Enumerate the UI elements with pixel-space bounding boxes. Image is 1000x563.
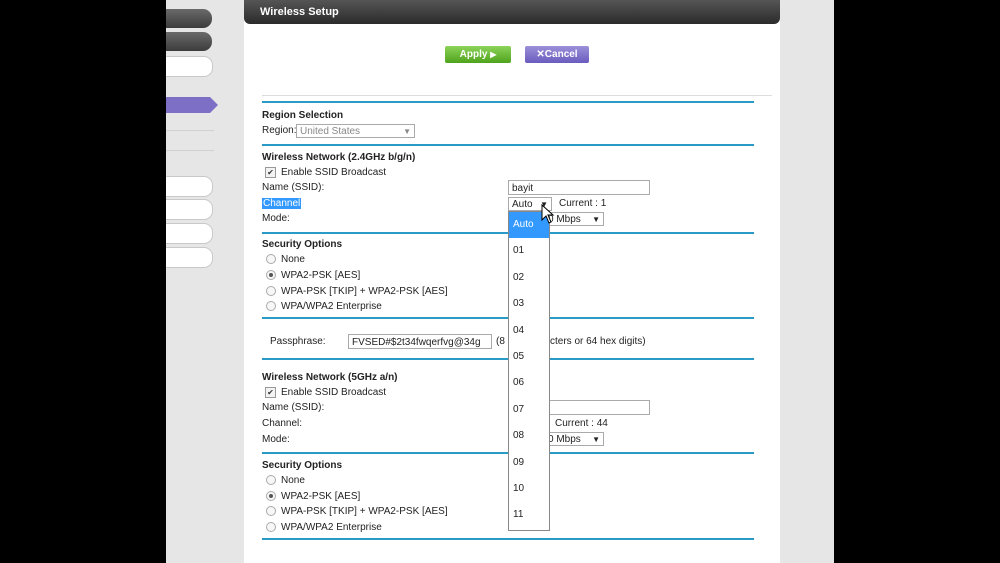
- region-select[interactable]: United States ▼: [296, 124, 415, 138]
- region-label: Region:: [262, 125, 297, 136]
- cancel-button[interactable]: ✕Cancel: [525, 46, 589, 63]
- sidebar-divider: [166, 130, 214, 131]
- chevron-down-icon: ▼: [592, 435, 600, 444]
- apply-label: Apply: [459, 49, 488, 60]
- channel-label-text: Channel: [262, 198, 302, 209]
- panel-title: Wireless Setup: [244, 0, 780, 24]
- wn24-heading: Wireless Network (2.4GHz b/g/n): [262, 152, 416, 163]
- security-heading-2: Security Options: [262, 460, 343, 471]
- security-radio-wpa2-2[interactable]: [266, 491, 276, 501]
- security-radio-enterprise-2[interactable]: [266, 522, 276, 532]
- channel-option[interactable]: 10: [509, 476, 549, 502]
- channel-option[interactable]: 08: [509, 423, 549, 449]
- security-option-label: WPA-PSK [TKIP] + WPA2-PSK [AES]: [281, 506, 448, 517]
- section-divider: [262, 538, 754, 540]
- channel-option[interactable]: 05: [509, 344, 549, 370]
- channel-option[interactable]: 11: [509, 502, 549, 528]
- security-radio-none-1[interactable]: [266, 254, 276, 264]
- apply-button[interactable]: Apply ▶: [445, 46, 511, 63]
- ssid-input-24[interactable]: bayit: [508, 180, 650, 195]
- mode-label-24: Mode:: [262, 213, 290, 224]
- channel-option[interactable]: 03: [509, 291, 549, 317]
- security-option-label: None: [281, 254, 305, 265]
- mode-value-5: 0 Mbps: [548, 434, 581, 445]
- sidebar-menu-button-6[interactable]: [166, 223, 213, 244]
- close-icon: ✕: [536, 49, 545, 60]
- sidebar-menu-button-5[interactable]: [166, 199, 213, 220]
- security-option-label: WPA2-PSK [AES]: [281, 270, 361, 281]
- channel-option[interactable]: 02: [509, 265, 549, 291]
- security-option-label: WPA-PSK [TKIP] + WPA2-PSK [AES]: [281, 286, 448, 297]
- security-radio-wpa2-1[interactable]: [266, 270, 276, 280]
- channel-option[interactable]: 07: [509, 397, 549, 423]
- cancel-label: Cancel: [544, 49, 578, 60]
- security-radio-none-2[interactable]: [266, 475, 276, 485]
- channel-option[interactable]: 04: [509, 318, 549, 344]
- passphrase-hint-end: cters or 64 hex digits): [550, 336, 646, 347]
- channel-label-5: Channel:: [262, 418, 303, 429]
- passphrase-hint-start: (8: [496, 336, 505, 347]
- channel-option[interactable]: 06: [509, 370, 549, 396]
- security-radio-enterprise-1[interactable]: [266, 301, 276, 311]
- mode-label-5: Mode:: [262, 434, 290, 445]
- security-radio-mixed-2[interactable]: [266, 506, 276, 516]
- security-option-label: WPA/WPA2 Enterprise: [281, 522, 382, 533]
- enable-ssid-label-24: Enable SSID Broadcast: [281, 167, 387, 178]
- security-option-label: WPA2-PSK [AES]: [281, 491, 361, 502]
- enable-ssid-label-5: Enable SSID Broadcast: [281, 387, 387, 398]
- current-channel-24: Current : 1: [559, 198, 606, 209]
- channel-option[interactable]: 09: [509, 450, 549, 476]
- chevron-down-icon: ▼: [403, 127, 411, 136]
- channel-dropdown-list[interactable]: Auto 01 02 03 04 05 06 07 08 09 10 11: [508, 211, 550, 531]
- enable-ssid-checkbox-5[interactable]: ✔: [265, 387, 276, 398]
- enable-ssid-checkbox-24[interactable]: ✔: [265, 167, 276, 178]
- security-option-label: None: [281, 475, 305, 486]
- sidebar-menu-button-2[interactable]: [166, 32, 212, 51]
- section-divider: [262, 101, 754, 103]
- current-channel-5: Current : 44: [555, 418, 608, 429]
- current-label-5: Current :: [555, 418, 594, 429]
- region-value: United States: [300, 126, 361, 137]
- current-value-5: 44: [596, 418, 608, 429]
- section-divider: [262, 144, 754, 146]
- mode-select-5[interactable]: 0 Mbps ▼: [544, 432, 604, 446]
- channel-option[interactable]: 01: [509, 238, 549, 264]
- security-heading-1: Security Options: [262, 239, 343, 250]
- router-admin-screen: Wireless Setup Apply ▶ ✕Cancel Region Se…: [166, 0, 834, 563]
- sidebar-active-arrow[interactable]: [166, 97, 218, 113]
- channel-value-24: Auto: [512, 199, 533, 210]
- sidebar-divider: [166, 150, 214, 151]
- region-heading: Region Selection: [262, 110, 344, 121]
- sidebar-menu-button-1[interactable]: [166, 9, 212, 28]
- ssid-label-5: Name (SSID):: [262, 402, 325, 413]
- mouse-cursor-icon: [541, 204, 555, 224]
- sidebar-menu-button-3[interactable]: [166, 56, 213, 77]
- sidebar-menu-button-7[interactable]: [166, 247, 213, 268]
- channel-label-24: Channel: [262, 198, 302, 209]
- sidebar-menu-button-4[interactable]: [166, 176, 213, 197]
- passphrase-label: Passphrase:: [270, 336, 326, 347]
- wn5-heading: Wireless Network (5GHz a/n): [262, 372, 398, 383]
- ssid-label-24: Name (SSID):: [262, 182, 325, 193]
- passphrase-input[interactable]: FVSED#$2t34fwqerfvg@34g: [348, 334, 492, 349]
- security-radio-mixed-1[interactable]: [266, 286, 276, 296]
- current-label-24: Current :: [559, 198, 598, 209]
- current-value-24: 1: [600, 198, 607, 209]
- arrow-right-icon: ▶: [490, 50, 497, 59]
- security-option-label: WPA/WPA2 Enterprise: [281, 301, 382, 312]
- chevron-down-icon: ▼: [592, 215, 600, 224]
